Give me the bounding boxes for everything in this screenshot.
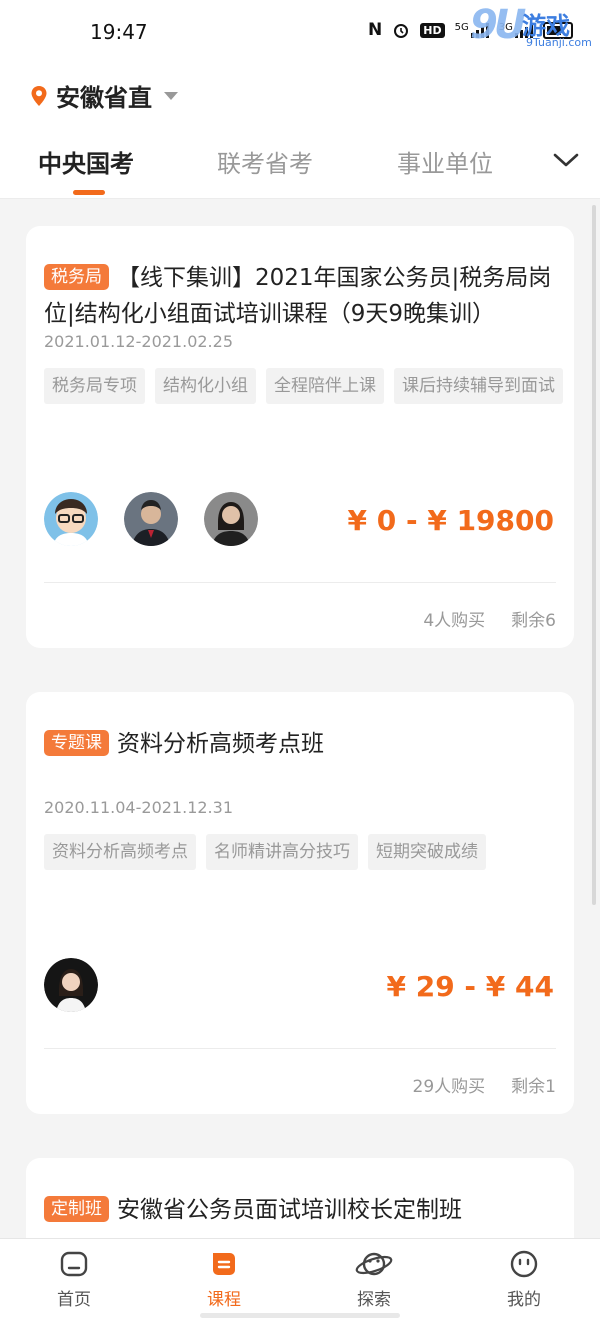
active-tab-indicator [73,190,105,195]
home-indicator [200,1313,400,1318]
teacher-avatars [44,958,98,1012]
nfc-icon: N [368,20,383,40]
tabbar-label: 我的 [507,1290,541,1310]
course-price: ¥ 29 - ¥ 44 [386,970,554,1003]
tabbar-explore[interactable]: 探索 [334,1249,414,1310]
course-buyers: 29人购买 [412,1077,486,1097]
status-time: 19:47 [90,20,148,44]
course-tag: 全程陪伴上课 [266,368,384,404]
divider [44,582,556,583]
course-title-text: 【线下集训】2021年国家公务员|税务局岗位|结构化小组面试培训课程（9天9晚集… [44,265,552,327]
course-tag: 短期突破成绩 [368,834,486,870]
tab-public-institution[interactable]: 事业单位 [397,144,493,179]
tabbar-label: 首页 [57,1290,91,1310]
course-tag: 税务局专项 [44,368,145,404]
watermark-logo: 9U 游戏 9Tuanji.com [470,2,598,54]
course-price: ¥ 0 - ¥ 19800 [347,504,554,537]
profile-icon [510,1250,538,1278]
bottom-tab-bar: 首页 课程 探索 我的 [0,1238,600,1321]
tab-central-exam[interactable]: 中央国考 [38,144,134,179]
tabbar-course[interactable]: 课程 [184,1249,264,1310]
course-badge: 税务局 [44,264,109,290]
tabbar-profile[interactable]: 我的 [484,1249,564,1310]
course-title: 税务局 【线下集训】2021年国家公务员|税务局岗位|结构化小组面试培训课程（9天… [44,260,556,332]
tabbar-label: 探索 [357,1290,391,1310]
avatar [124,492,178,546]
teacher-avatars [44,492,258,546]
location-name: 安徽省直 [56,84,152,112]
course-title: 专题课 资料分析高频考点班 [44,726,556,762]
tabbar-label: 课程 [207,1290,241,1310]
tab-joint-exam[interactable]: 联考省考 [217,144,313,179]
course-badge: 定制班 [44,1196,109,1222]
course-tags: 资料分析高频考点 名师精讲高分技巧 短期突破成绩 [44,834,564,870]
course-meta: 4人购买 剩余6 [423,606,556,631]
planet-icon [355,1252,393,1276]
course-badge: 专题课 [44,730,109,756]
location-pin-icon [31,85,47,106]
course-title: 定制班 安徽省公务员面试培训校长定制班 [44,1192,556,1228]
course-meta: 29人购买 剩余1 [413,1072,556,1097]
course-tag: 课后持续辅导到面试 [394,368,563,404]
avatar [204,492,258,546]
course-icon [213,1253,235,1275]
watermark-number: 9U [470,2,526,48]
course-tag: 结构化小组 [155,368,256,404]
tabbar-home[interactable]: 首页 [34,1249,114,1310]
avatar [44,958,98,1012]
course-tag: 资料分析高频考点 [44,834,196,870]
page-header: 安徽省直 中央国考 联考省考 事业单位 [0,66,600,199]
location-selector[interactable]: 安徽省直 [30,78,178,113]
course-remaining: 剩余1 [511,1077,556,1097]
home-icon [60,1251,88,1277]
course-date: 2020.11.04-2021.12.31 [44,798,233,817]
category-tabs: 中央国考 联考省考 事业单位 [0,144,600,198]
scrollbar[interactable] [592,205,596,905]
divider [44,1048,556,1049]
caret-down-icon [164,91,178,100]
hd-icon: HD [420,22,445,38]
course-card[interactable]: 税务局 【线下集训】2021年国家公务员|税务局岗位|结构化小组面试培训课程（9天… [26,226,574,648]
course-tag: 名师精讲高分技巧 [206,834,358,870]
course-date: 2021.01.12-2021.02.25 [44,332,233,351]
alarm-icon [394,24,409,38]
course-remaining: 剩余6 [511,611,556,631]
course-title-text: 资料分析高频考点班 [117,731,324,757]
course-buyers: 4人购买 [423,611,486,631]
avatar [44,492,98,546]
watermark-url: 9Tuanji.com [526,36,592,49]
course-tags: 税务局专项 结构化小组 全程陪伴上课 课后持续辅导到面试 [44,368,564,404]
course-title-text: 安徽省公务员面试培训校长定制班 [117,1197,462,1223]
chevron-down-icon[interactable] [553,150,579,170]
course-card[interactable]: 专题课 资料分析高频考点班 2020.11.04-2021.12.31 资料分析高… [26,692,574,1114]
